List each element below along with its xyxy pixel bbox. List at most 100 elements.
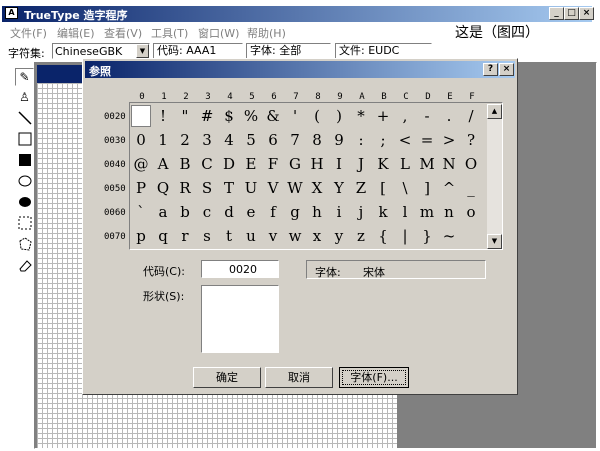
character-cell[interactable]: A [153,153,173,175]
character-cell[interactable]: n [439,201,459,223]
chevron-down-icon[interactable]: ▼ [136,44,149,58]
character-cell[interactable]: 6 [263,129,283,151]
filled-rect-icon[interactable] [15,152,34,170]
character-cell[interactable]: X [307,177,327,199]
character-cell[interactable]: ) [329,105,349,127]
character-cell[interactable]: S [197,177,217,199]
character-cell[interactable]: ! [153,105,173,127]
character-cell[interactable]: W [285,177,305,199]
character-cell[interactable] [131,105,151,127]
eraser-icon[interactable] [15,257,34,275]
character-cell[interactable]: f [263,201,283,223]
character-cell[interactable]: { [373,225,393,247]
character-cell[interactable]: i [329,201,349,223]
character-cell[interactable]: 1 [153,129,173,151]
character-cell[interactable]: C [197,153,217,175]
character-cell[interactable]: O [461,153,481,175]
character-cell[interactable]: w [285,225,305,247]
character-cell[interactable]: z [351,225,371,247]
character-cell[interactable]: y [329,225,349,247]
cancel-button[interactable]: 取消 [265,367,333,388]
dialog-close-button[interactable]: × [499,63,514,76]
character-cell[interactable]: % [241,105,261,127]
character-cell[interactable]: < [395,129,415,151]
character-cell[interactable]: M [417,153,437,175]
character-cell[interactable]: 3 [197,129,217,151]
ok-button[interactable]: 确定 [193,367,261,388]
character-cell[interactable]: x [307,225,327,247]
character-cell[interactable]: > [439,129,459,151]
close-button[interactable]: × [579,7,594,20]
character-cell[interactable]: 4 [219,129,239,151]
character-cell[interactable]: p [131,225,151,247]
character-cell[interactable]: 2 [175,129,195,151]
character-cell[interactable]: } [417,225,437,247]
character-cell[interactable]: [ [373,177,393,199]
character-cell[interactable]: / [461,105,481,127]
charset-select[interactable]: ChineseGBK ▼ [52,43,150,59]
character-cell[interactable]: _ [461,177,481,199]
character-cell[interactable]: I [329,153,349,175]
character-cell[interactable]: & [263,105,283,127]
rect-select-icon[interactable] [15,215,34,233]
character-cell[interactable]: B [175,153,195,175]
character-cell[interactable]: : [351,129,371,151]
character-cell[interactable]: @ [131,153,151,175]
character-cell[interactable]: b [175,201,195,223]
dialog-title-bar[interactable]: 参照 ? × [85,61,515,78]
character-cell[interactable]: o [461,201,481,223]
character-cell[interactable]: D [219,153,239,175]
menu-window[interactable]: 窗口(W) [198,25,239,41]
character-cell[interactable]: 5 [241,129,261,151]
character-cell[interactable]: " [175,105,195,127]
character-cell[interactable]: d [219,201,239,223]
freeform-select-icon[interactable] [15,236,34,254]
menu-view[interactable]: 查看(V) [104,25,142,41]
character-cell[interactable]: . [439,105,459,127]
menu-tools[interactable]: 工具(T) [151,25,188,41]
help-button[interactable]: ? [483,63,498,76]
character-cell[interactable]: Y [329,177,349,199]
character-cell[interactable]: g [285,201,305,223]
character-cell[interactable]: v [263,225,283,247]
menu-file[interactable]: 文件(F) [10,25,47,41]
character-cell[interactable]: ] [417,177,437,199]
character-cell[interactable]: m [417,201,437,223]
character-cell[interactable]: | [395,225,415,247]
font-button[interactable]: 字体(F)... [339,367,409,388]
code-input[interactable]: 0020 [201,260,279,278]
character-cell[interactable]: K [373,153,393,175]
character-cell[interactable]: ' [285,105,305,127]
character-cell[interactable]: ? [461,129,481,151]
hollow-ellipse-icon[interactable] [15,173,34,191]
character-cell[interactable]: Q [153,177,173,199]
character-cell[interactable]: 9 [329,129,349,151]
character-cell[interactable]: ^ [439,177,459,199]
character-cell[interactable]: s [197,225,217,247]
character-cell[interactable]: 0 [131,129,151,151]
character-cell[interactable]: = [417,129,437,151]
character-cell[interactable]: ~ [439,225,459,247]
character-cell[interactable]: , [395,105,415,127]
menu-help[interactable]: 帮助(H) [247,25,286,41]
character-cell[interactable]: q [153,225,173,247]
character-cell[interactable]: N [439,153,459,175]
pencil-icon[interactable]: ✎ [15,68,34,86]
character-cell[interactable]: t [219,225,239,247]
character-cell[interactable]: # [197,105,217,127]
character-cell[interactable]: u [241,225,261,247]
character-cell[interactable]: ; [373,129,393,151]
character-cell[interactable]: E [241,153,261,175]
character-cell[interactable]: R [175,177,195,199]
brush-icon[interactable]: ♙ [15,89,34,107]
character-cell[interactable]: V [263,177,283,199]
character-cell[interactable]: H [307,153,327,175]
character-cell[interactable]: + [373,105,393,127]
character-cell[interactable]: G [285,153,305,175]
minimize-button[interactable]: _ [549,7,564,20]
character-cell[interactable]: 7 [285,129,305,151]
character-cell[interactable]: k [373,201,393,223]
character-cell[interactable]: h [307,201,327,223]
character-cell[interactable]: L [395,153,415,175]
scroll-up-button[interactable]: ▲ [487,104,502,119]
